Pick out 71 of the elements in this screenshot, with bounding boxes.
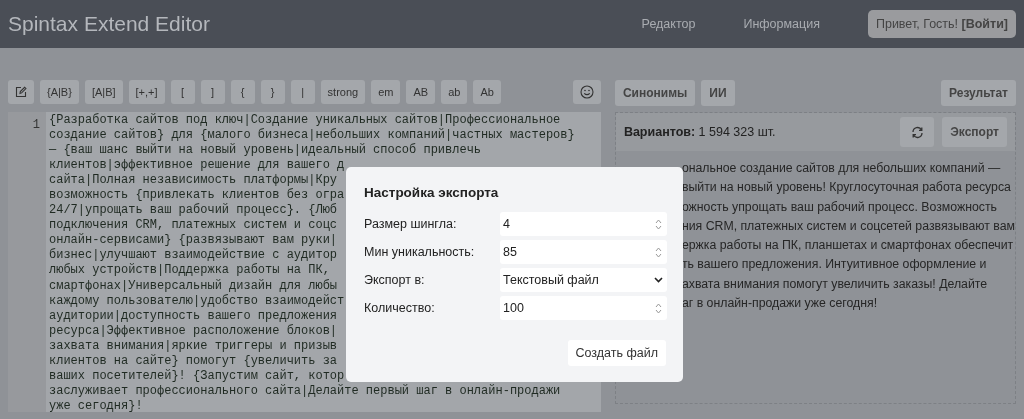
markup-button[interactable]: AB bbox=[406, 80, 436, 104]
markup-button[interactable]: em bbox=[371, 80, 401, 104]
markup-button[interactable]: strong bbox=[320, 80, 366, 104]
code-line: аудитории|доступность вашего предложения bbox=[49, 308, 338, 324]
spinner-arrows-icon[interactable] bbox=[654, 217, 663, 231]
field-label: Мин уникальность: bbox=[364, 245, 476, 259]
code-line: клиентов|эффективное решение для вашего д bbox=[49, 158, 345, 173]
markup-button[interactable]: { bbox=[230, 80, 255, 104]
field-label: Размер шингла: bbox=[364, 217, 458, 231]
edit-icon bbox=[15, 86, 27, 98]
code-line: онлайн-сервисами} {развязывают вам руки| bbox=[49, 233, 338, 248]
number-field[interactable]: 85 bbox=[500, 240, 667, 264]
dialog-title: Настройка экспорта bbox=[364, 185, 500, 200]
code-line: бизнес|улучшают взаимодействие с аудитор bbox=[49, 248, 338, 263]
caret-icon bbox=[654, 277, 663, 283]
spinner-arrows-icon[interactable] bbox=[654, 245, 663, 259]
code-line: захвата внимания|яркие триггеры и призыв bbox=[49, 338, 338, 354]
markup-button[interactable]: ab bbox=[441, 80, 468, 104]
markup-button[interactable]: {A|B} bbox=[40, 80, 79, 104]
code-line: — {ваш шанс выйти на новый уровень|идеальный способ привлечь bbox=[49, 143, 482, 159]
refresh-button[interactable] bbox=[900, 117, 935, 147]
edit-button[interactable] bbox=[8, 80, 34, 104]
code-line: создание сайтов} для {малого бизнеса|небольших компаний|частных мастеров} bbox=[49, 128, 575, 143]
app-title: Spintax Extend Editor bbox=[8, 12, 211, 36]
create-file-button[interactable]: Создать файл bbox=[567, 340, 666, 366]
field-label: Экспорт в: bbox=[364, 273, 426, 287]
variants-count: Вариантов: 1 594 323 шт. bbox=[623, 125, 777, 139]
result-text-line: ержка работы на ПК, планшетах и смартфонах обеспечит bbox=[681, 237, 1015, 255]
emoji-button[interactable] bbox=[572, 80, 601, 104]
result-text-line: выйти на новый уровень! Круглосуточная работа ресурса bbox=[681, 179, 1012, 197]
result-text-line: ть вашего предложения. Интуитивное оформление и bbox=[681, 256, 988, 274]
field-label: Количество: bbox=[364, 301, 436, 315]
nav-link[interactable]: Редактор bbox=[641, 17, 696, 31]
result-text-line: ожность упрощать ваш рабочий процесс. Возможность bbox=[681, 198, 998, 216]
spinner-arrows-icon[interactable] bbox=[654, 301, 663, 315]
number-field[interactable]: 100 bbox=[500, 296, 667, 320]
code-line: заслуживает профессионального сайта|Делайте первый шаг в онлайн-продажи bbox=[49, 383, 561, 399]
code-line: подключения CRM, платежных систем и соцс bbox=[49, 218, 338, 233]
login-button[interactable]: Привет, Гость! [Войти] bbox=[867, 10, 1016, 38]
panel-tab[interactable]: Синонимы bbox=[614, 80, 696, 106]
number-field[interactable]: 4 bbox=[500, 212, 667, 236]
code-line: 24/7|упрощать ваш рабочий процесс}. {Люб bbox=[49, 203, 338, 219]
markup-button[interactable]: | bbox=[290, 80, 315, 104]
result-text-line: аг в онлайн-продажи уже сегодня! bbox=[681, 295, 879, 313]
result-text-line: ональное создание сайтов для небольших компаний — bbox=[681, 160, 1002, 177]
markup-button[interactable]: ] bbox=[200, 80, 225, 104]
nav-link[interactable]: Информация bbox=[743, 17, 820, 31]
markup-button[interactable]: } bbox=[260, 80, 285, 104]
markup-button[interactable]: [ bbox=[170, 80, 195, 104]
smiley-icon bbox=[579, 85, 594, 99]
code-line: {Разработка сайтов под ключ|Создание уникальных сайтов|Профессиональное bbox=[49, 113, 561, 128]
export-button[interactable]: Экспорт bbox=[942, 117, 1007, 147]
markup-button[interactable]: [A|B] bbox=[84, 80, 123, 104]
code-line: ресурса|Эффективное расположение блоков| bbox=[49, 323, 338, 339]
refresh-icon bbox=[910, 125, 924, 139]
code-line: уже сегодня}! bbox=[49, 398, 143, 414]
panel-tab[interactable]: ИИ bbox=[701, 80, 735, 106]
code-line: каждому пользователю|удобство взаимодейст bbox=[49, 293, 345, 309]
code-line: сайта|Полная независимость платформы|Кру bbox=[49, 173, 338, 188]
markup-button[interactable]: Ab bbox=[473, 80, 501, 104]
select-field[interactable]: Текстовый файл bbox=[500, 268, 667, 292]
result-button[interactable]: Результат bbox=[941, 80, 1016, 106]
code-line: смартфонах|Универсальный дизайн для любы bbox=[49, 278, 338, 294]
code-line: ваших посетителей}! {Запустим сайт, котор bbox=[49, 368, 345, 384]
result-text-line: ахвата внимания помогут увеличить заказы! Делайте bbox=[681, 275, 989, 293]
code-line: клиентов на сайте} помогут {увеличить за bbox=[49, 353, 338, 369]
result-text-line: ния CRM, платежных систем и соцсетей развязывают вам bbox=[681, 217, 1015, 235]
code-line: любых устройств|Поддержка работы на ПК, bbox=[49, 263, 330, 279]
line-number: 1 bbox=[32, 118, 40, 132]
code-line: возможность {привлекать клиентов без огра bbox=[49, 188, 345, 203]
markup-button[interactable]: [+,+] bbox=[128, 80, 165, 104]
